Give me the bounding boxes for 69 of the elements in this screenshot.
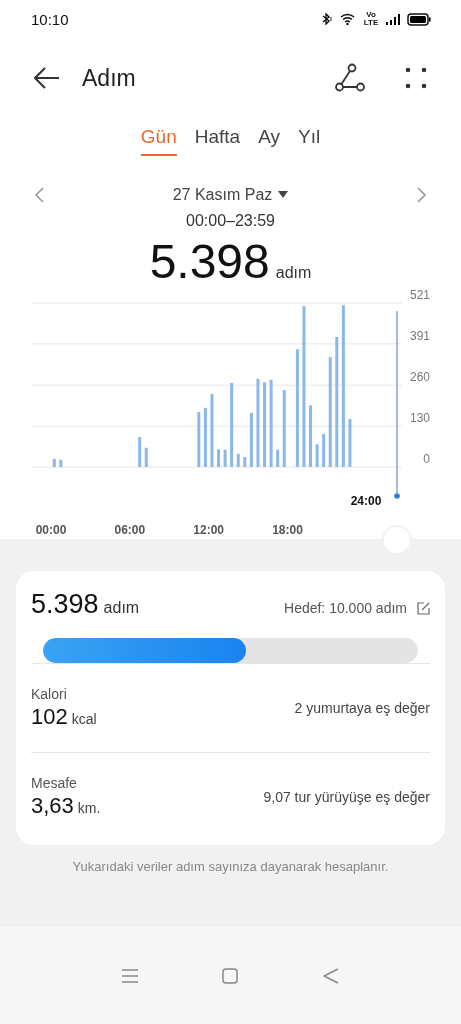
metric-unit: km.	[77, 800, 101, 816]
status-time: 10:10	[31, 10, 70, 28]
step-bar	[276, 449, 280, 467]
square-icon	[222, 967, 239, 984]
bluetooth-icon	[321, 13, 333, 25]
step-bar	[249, 412, 253, 467]
triangle-back-icon	[322, 967, 339, 984]
metric-value: 3,63	[31, 793, 74, 819]
footnote: Yukarıdaki veriler adım sayınıza dayanarak hesaplanır.	[71, 859, 390, 874]
step-total: 5.398	[149, 234, 270, 289]
step-count: 5.398	[31, 589, 99, 619]
period-tab[interactable]: Hafta	[194, 118, 241, 156]
step-bar	[315, 444, 319, 467]
menu-button[interactable]	[120, 966, 141, 985]
metric-unit: kcal	[71, 711, 97, 727]
edit-icon	[417, 601, 430, 615]
step-bar	[236, 453, 240, 467]
step-unit: adım	[275, 264, 312, 282]
step-bar	[203, 407, 207, 467]
next-day-button[interactable]	[415, 185, 429, 205]
metric-label: Kalori	[31, 686, 68, 702]
back-nav-button[interactable]	[320, 965, 341, 986]
battery-icon	[407, 12, 431, 26]
home-button[interactable]	[220, 965, 241, 986]
x-axis-label: 06:00	[114, 523, 146, 537]
dropdown-caret-icon	[278, 191, 289, 199]
time-cursor[interactable]	[394, 310, 400, 499]
y-axis-label: 391	[409, 328, 430, 343]
period-tab[interactable]: Ay	[258, 118, 280, 156]
y-axis-label: 260	[409, 370, 430, 385]
step-bar	[322, 433, 326, 467]
step-bar	[223, 449, 227, 467]
step-bar	[348, 419, 352, 467]
x-axis-label: 18:00	[272, 523, 303, 537]
chevron-left-icon	[34, 187, 44, 203]
signal-icon	[386, 13, 400, 25]
menu-icon	[122, 968, 139, 983]
step-bar	[138, 437, 142, 467]
previous-day-button[interactable]	[32, 185, 46, 205]
goal-label: Hedef: 10.000 adım	[284, 600, 407, 616]
metric-equivalent: 2 yumurtaya eş değer	[294, 700, 430, 716]
chevron-right-icon	[417, 187, 427, 203]
step-bar	[309, 405, 312, 467]
metric-equivalent: 9,07 tur yürüyüşe eş değer	[263, 789, 430, 805]
x-axis-label: 00:00	[35, 523, 67, 537]
wifi-icon	[340, 13, 356, 25]
metric-value: 102	[31, 704, 68, 730]
more-icon	[405, 67, 427, 89]
y-axis-label: 521	[409, 289, 430, 302]
page-title: Adım	[82, 64, 137, 92]
metric-label: Mesafe	[31, 775, 78, 791]
period-tab[interactable]: Yıl	[298, 118, 321, 156]
step-bar	[197, 411, 201, 467]
y-axis-label: 0	[423, 452, 430, 466]
time-range: 00:00–23:59	[185, 212, 276, 230]
step-bar	[217, 449, 221, 467]
step-count-unit: adım	[103, 599, 140, 616]
step-bar	[52, 458, 56, 467]
step-bar	[243, 456, 247, 467]
back-arrow-icon	[34, 67, 60, 89]
date-selector[interactable]: 27 Kasım Paz	[170, 184, 291, 206]
y-axis-label: 130	[409, 411, 430, 426]
step-bar	[144, 447, 148, 467]
edit-goal-button[interactable]	[417, 601, 430, 615]
cursor-time-label: 24:00	[350, 494, 382, 508]
step-bar	[59, 459, 63, 467]
volte-label: Vo LTE	[363, 11, 379, 27]
x-axis-label: 12:00	[193, 523, 225, 537]
share-icon	[335, 63, 365, 93]
